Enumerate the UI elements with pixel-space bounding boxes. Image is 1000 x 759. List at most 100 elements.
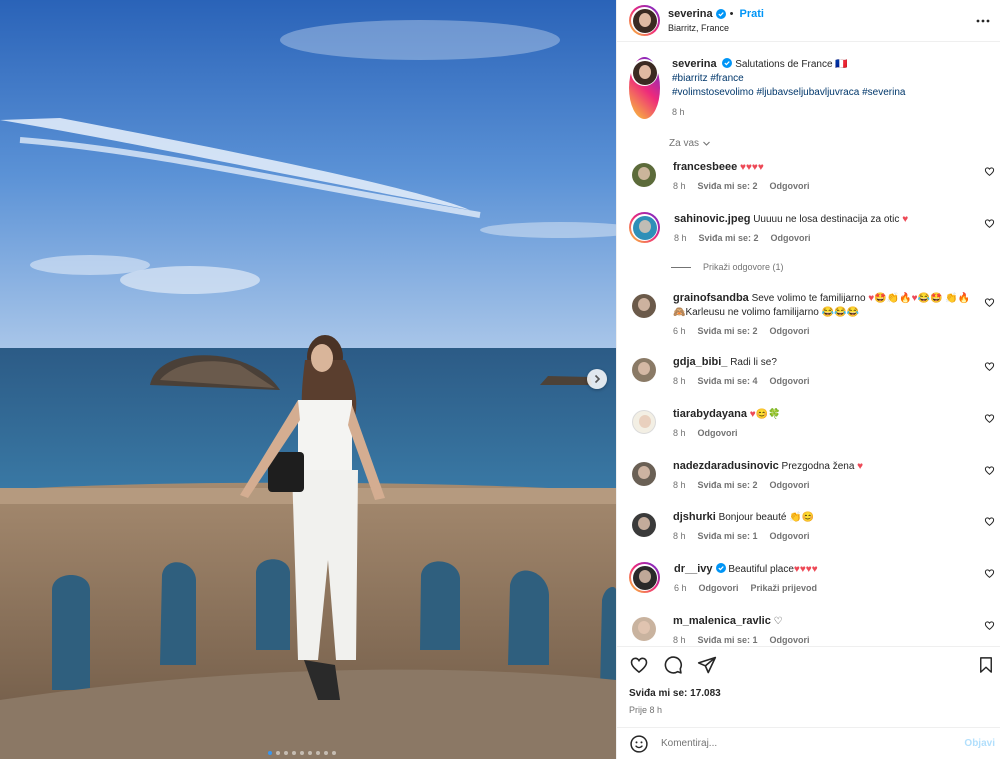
- save-button[interactable]: [977, 656, 995, 679]
- chevron-right-icon: [594, 374, 601, 384]
- reply-button[interactable]: Odgovori: [699, 581, 739, 595]
- comment-sort-dropdown[interactable]: Za vas: [669, 138, 711, 149]
- comment-item: m_malenica_ravlic ♡ 8 h Sviđa mi se: 1 Odgo…: [629, 614, 995, 646]
- comment-item: francesbeee ♥♥♥♥ 8 h Sviđa mi se: 2 Odgovor…: [629, 160, 995, 193]
- avatar: [632, 163, 656, 187]
- comment-button[interactable]: [663, 655, 683, 675]
- comment-likes[interactable]: Sviđa mi se: 2: [698, 324, 758, 338]
- comment-time: 8 h: [673, 480, 686, 490]
- reply-button[interactable]: Odgovori: [770, 374, 810, 388]
- comment-item: nadezdaradusinovic Prezgodna žena ♥ 8 h Sv…: [629, 459, 995, 492]
- post-header: severina • Prati Biarritz, France: [617, 0, 1000, 42]
- comment-avatar[interactable]: [629, 291, 659, 321]
- likes-count[interactable]: Sviđa mi se: 17.083: [629, 688, 721, 699]
- comment-username[interactable]: m_malenica_ravlic: [673, 615, 771, 627]
- like-comment-icon[interactable]: [984, 166, 995, 177]
- like-comment-icon[interactable]: [984, 568, 995, 579]
- caption-hashtags[interactable]: #biarritz #france: [672, 72, 905, 86]
- comment-avatar[interactable]: [629, 212, 660, 243]
- translate-button[interactable]: Prikaži prijevod: [751, 581, 818, 595]
- comments-list[interactable]: severina Salutations de France 🇫🇷 #biarr…: [617, 43, 1000, 646]
- like-comment-icon[interactable]: [984, 620, 995, 631]
- comment-text: Radi li se?: [730, 357, 777, 368]
- post-media[interactable]: [0, 0, 616, 759]
- carousel-dot: [332, 751, 336, 755]
- comment-likes[interactable]: Sviđa mi se: 1: [698, 633, 758, 646]
- caption-username[interactable]: severina: [672, 58, 717, 70]
- comment-username[interactable]: dr__ivy: [674, 563, 713, 575]
- post-actions-bar: [617, 646, 1000, 682]
- comment-username[interactable]: tiarabydayana: [673, 408, 747, 420]
- caption-time: 8 h: [672, 107, 685, 117]
- like-comment-icon[interactable]: [984, 297, 995, 308]
- post-comment-button[interactable]: Objavi: [964, 738, 995, 749]
- avatar: [632, 617, 656, 641]
- comment-likes[interactable]: Sviđa mi se: 2: [698, 478, 758, 492]
- post-viewer: severina • Prati Biarritz, France severi…: [0, 0, 1000, 759]
- comment-time: 6 h: [674, 583, 687, 593]
- reply-button[interactable]: Odgovori: [771, 231, 811, 245]
- more-options-icon[interactable]: [976, 14, 990, 28]
- comment-text: Uuuuu ne losa destinacija za otic ♥: [753, 214, 909, 225]
- replies-divider: [671, 266, 691, 268]
- reply-button[interactable]: Odgovori: [698, 426, 738, 440]
- follow-button[interactable]: Prati: [740, 8, 764, 20]
- comment-avatar[interactable]: [629, 459, 659, 489]
- carousel-dot: [300, 751, 304, 755]
- like-comment-icon[interactable]: [984, 413, 995, 424]
- comment-item: gdja_bibi_ Radi li se? 8 h Sviđa mi se: 4 O…: [629, 355, 995, 388]
- avatar-story-ring[interactable]: [629, 5, 660, 36]
- comment-likes[interactable]: Sviđa mi se: 2: [699, 231, 759, 245]
- next-slide-button[interactable]: [587, 369, 607, 389]
- caption-text: Salutations de France 🇫🇷: [735, 59, 848, 70]
- avatar: [632, 513, 656, 537]
- comment-username[interactable]: sahinovic.jpeg: [674, 213, 750, 225]
- avatar: [632, 358, 656, 382]
- show-replies-button[interactable]: Prikaži odgovore (1): [671, 262, 784, 272]
- reply-button[interactable]: Odgovori: [770, 179, 810, 193]
- like-comment-icon[interactable]: [984, 361, 995, 372]
- comment-input[interactable]: [661, 738, 941, 749]
- emoji-icon[interactable]: [629, 734, 649, 754]
- post-side-panel: severina • Prati Biarritz, France severi…: [616, 0, 1000, 759]
- comment-likes[interactable]: Sviđa mi se: 1: [698, 529, 758, 543]
- comment-avatar[interactable]: [629, 614, 659, 644]
- avatar: [632, 294, 656, 318]
- comment-avatar[interactable]: [629, 562, 660, 593]
- comment-likes[interactable]: Sviđa mi se: 2: [698, 179, 758, 193]
- bookmark-icon: [980, 657, 992, 673]
- caption-hashtags[interactable]: #volimstosevolimo #ljubavseljubavljuvrac…: [672, 86, 905, 100]
- comment-username[interactable]: grainofsandba: [673, 292, 749, 304]
- chevron-down-icon: [703, 141, 710, 146]
- reply-button[interactable]: Odgovori: [770, 478, 810, 492]
- like-comment-icon[interactable]: [984, 516, 995, 527]
- verified-badge-icon: [715, 563, 726, 573]
- comment-sort-label: Za vas: [669, 138, 700, 149]
- header-username[interactable]: severina: [668, 8, 713, 20]
- comment-avatar[interactable]: [629, 510, 659, 540]
- avatar: [632, 410, 656, 434]
- comment-avatar[interactable]: [629, 355, 659, 385]
- location-link[interactable]: Biarritz, France: [668, 23, 764, 33]
- comment-likes[interactable]: Sviđa mi se: 4: [698, 374, 758, 388]
- comment-username[interactable]: nadezdaradusinovic: [673, 460, 779, 472]
- like-comment-icon[interactable]: [984, 218, 995, 229]
- like-comment-icon[interactable]: [984, 465, 995, 476]
- comment-text: ♥😊🍀: [749, 409, 781, 420]
- add-comment-bar: Objavi: [617, 727, 1000, 759]
- comment-username[interactable]: francesbeee: [673, 161, 737, 173]
- comment-avatar[interactable]: [629, 160, 659, 190]
- comment-username[interactable]: djshurki: [673, 511, 716, 523]
- like-button[interactable]: [629, 655, 649, 675]
- comment-time: 8 h: [673, 376, 686, 386]
- reply-button[interactable]: Odgovori: [770, 633, 810, 646]
- reply-button[interactable]: Odgovori: [770, 529, 810, 543]
- caption-avatar[interactable]: [629, 57, 660, 119]
- comment-avatar[interactable]: [629, 407, 659, 437]
- carousel-dot: [292, 751, 296, 755]
- reply-button[interactable]: Odgovori: [770, 324, 810, 338]
- avatar: [632, 462, 656, 486]
- share-button[interactable]: [697, 655, 717, 675]
- comment-username[interactable]: gdja_bibi_: [673, 356, 727, 368]
- comment-item: tiarabydayana ♥😊🍀 8 h Odgovori: [629, 407, 995, 440]
